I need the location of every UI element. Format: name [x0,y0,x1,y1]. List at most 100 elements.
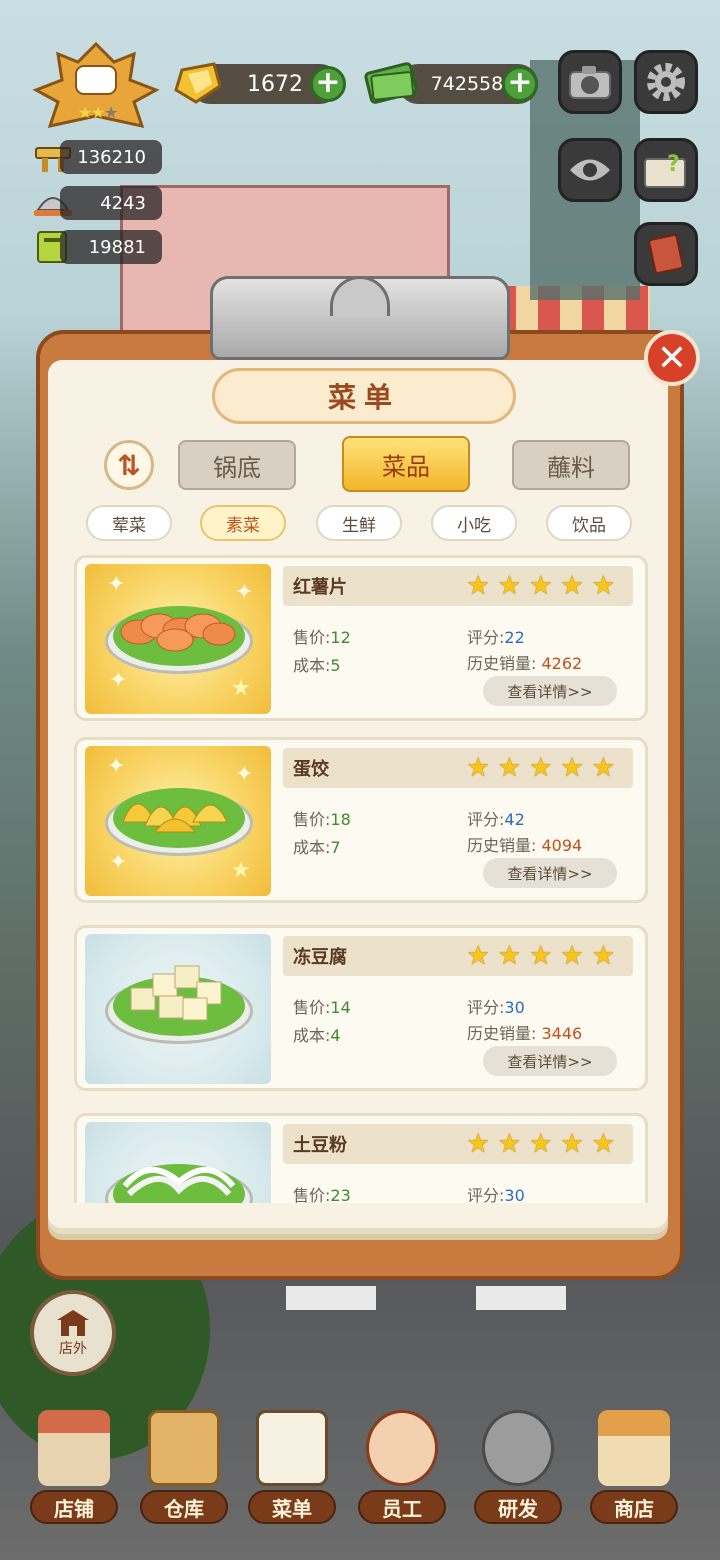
help-book-button[interactable]: ? [634,138,698,202]
dish-image [85,1122,271,1203]
restaurant-rank-badge[interactable]: ★ ★ ★ [30,40,162,132]
star-icon: ★ [466,571,490,601]
go-outside-label: 店外 [59,1341,87,1357]
sweet-potato-slices [120,613,236,652]
add-gems-button[interactable]: + [310,66,346,102]
cash-icon [364,56,418,108]
view-details-button[interactable]: 查看详情>> [483,1046,617,1076]
price-row: 售价:18 [293,810,351,829]
price-row: 售价:23 [293,1186,351,1203]
nav-store[interactable]: 商店 [584,1400,684,1530]
settings-button[interactable] [634,50,698,114]
gem-count: 1672 [247,71,303,97]
sales-row: 历史销量: 4262 [467,654,583,673]
egg-dumplings [122,803,228,833]
score-value: 42 [504,810,525,829]
price-label: 售价 [293,628,326,647]
nav-menu[interactable]: 菜单 [242,1400,342,1530]
dish-image: ✦ ✦ ✦ ★ [85,746,271,896]
tab-dipping-sauce[interactable]: 蘸料 [512,440,630,490]
nav-staff[interactable]: 员工 [352,1400,452,1530]
nav-shop[interactable]: 店铺 [24,1400,124,1530]
star-icon: ★ [497,1129,522,1159]
go-outside-button[interactable]: 店外 [30,1290,116,1376]
price-value: 14 [330,998,351,1017]
stat-table-value: 136210 [77,146,146,168]
eye-icon [570,159,610,181]
sort-icon: ⇅ [117,448,141,482]
frozen-tofu [130,965,222,1021]
dish-card: ✦ ✦ ✦ ★ 蛋饺 ★ ★ ★ ★ ★ 售价:18 成本:7 评分:42 历史销量: … [74,737,648,903]
star-icon: ★ [466,1129,490,1159]
star-icon: ★ [497,753,522,783]
close-icon: ✕ [656,337,688,379]
star-icon: ★ [560,1129,584,1159]
road-stripe [286,1286,376,1310]
price-value: 12 [330,628,351,647]
star-sparkle-icon: ★ [231,676,251,701]
nav-research[interactable]: 研发 [468,1400,568,1530]
dish-card: 冻豆腐 ★ ★ ★ ★ ★ 售价:14 成本:4 评分:30 历史销量: 3446 查看… [74,925,648,1091]
score-row: 评分:22 [467,628,525,647]
cost-row: 成本:7 [293,838,341,857]
star-icon: ★ [466,941,490,971]
view-details-button[interactable]: 查看详情>> [483,676,617,706]
help-book-icon: ? [644,152,686,188]
subtab-snacks[interactable]: 小吃 [431,505,517,541]
add-cash-button[interactable]: + [502,66,538,102]
sparkle-icon: ✦ [109,850,128,875]
price-row: 售价:14 [293,998,351,1017]
score-label: 评分 [467,1186,500,1203]
star-icon: ★ [560,753,584,783]
star-sparkle-icon: ★ [231,858,251,883]
subtab-drinks[interactable]: 饮品 [546,505,632,541]
star-icon: ★ [560,941,584,971]
stat-table: 136210 [60,140,162,174]
stat-menu-value: 19881 [88,236,146,258]
cost-value: 5 [330,656,341,675]
dish-card: 土豆粉 ★ ★ ★ ★ ★ 售价:23 评分:30 [74,1113,648,1203]
subtab-vegetable[interactable]: 素菜 [200,505,286,541]
score-label: 评分 [467,810,500,829]
star-icon: ★ [529,1129,553,1159]
star-icon: ★ [497,571,522,601]
nav-shop-label: 店铺 [30,1490,118,1524]
recipe-book-button[interactable] [634,222,698,286]
recipe-book-icon [648,234,684,274]
sparkle-icon: ✦ [107,572,126,597]
star-icon: ★ [529,941,553,971]
subtab-meat[interactable]: 荤菜 [86,505,172,541]
close-button[interactable]: ✕ [644,330,700,386]
sales-value: 3446 [541,1024,583,1043]
shop-front-icon [57,1310,89,1336]
view-toggle-button[interactable] [558,138,622,202]
stat-dishes: 4243 [60,186,162,220]
camera-button[interactable] [558,50,622,114]
cost-value: 4 [330,1026,341,1045]
sparkle-icon: ✦ [235,762,254,787]
subtab-fresh[interactable]: 生鲜 [316,505,402,541]
cost-row: 成本:4 [293,1026,341,1045]
sort-button[interactable]: ⇅ [104,440,154,490]
nav-warehouse[interactable]: 仓库 [134,1400,234,1530]
star-icon: ★ [591,1129,615,1159]
dish-list[interactable]: ✦ ✦ ✦ ★ 红薯片 ★ ★ ★ ★ ★ 售价:12 成本:5 评分:22 历史销量:… [70,555,652,1203]
score-label: 评分 [467,998,500,1017]
cost-label: 成本 [293,656,326,675]
sales-label: 历史销量 [467,836,532,855]
star-icon: ★ [591,753,615,783]
view-details-button[interactable]: 查看详情>> [483,858,617,888]
tab-dishes[interactable]: 菜品 [342,436,470,492]
storefront-icon [38,1410,110,1486]
nav-warehouse-label: 仓库 [140,1490,228,1524]
dish-image: ✦ ✦ ✦ ★ [85,564,271,714]
camera-icon [569,66,611,99]
tab-soup-base[interactable]: 锅底 [178,440,296,490]
cost-label: 成本 [293,838,326,857]
star-icon: ★ [466,753,490,783]
sales-value: 4094 [541,836,583,855]
star-icon: ★ [529,571,553,601]
potato-noodles [122,1166,236,1197]
gem-icon [172,56,224,108]
price-value: 23 [330,1186,351,1203]
